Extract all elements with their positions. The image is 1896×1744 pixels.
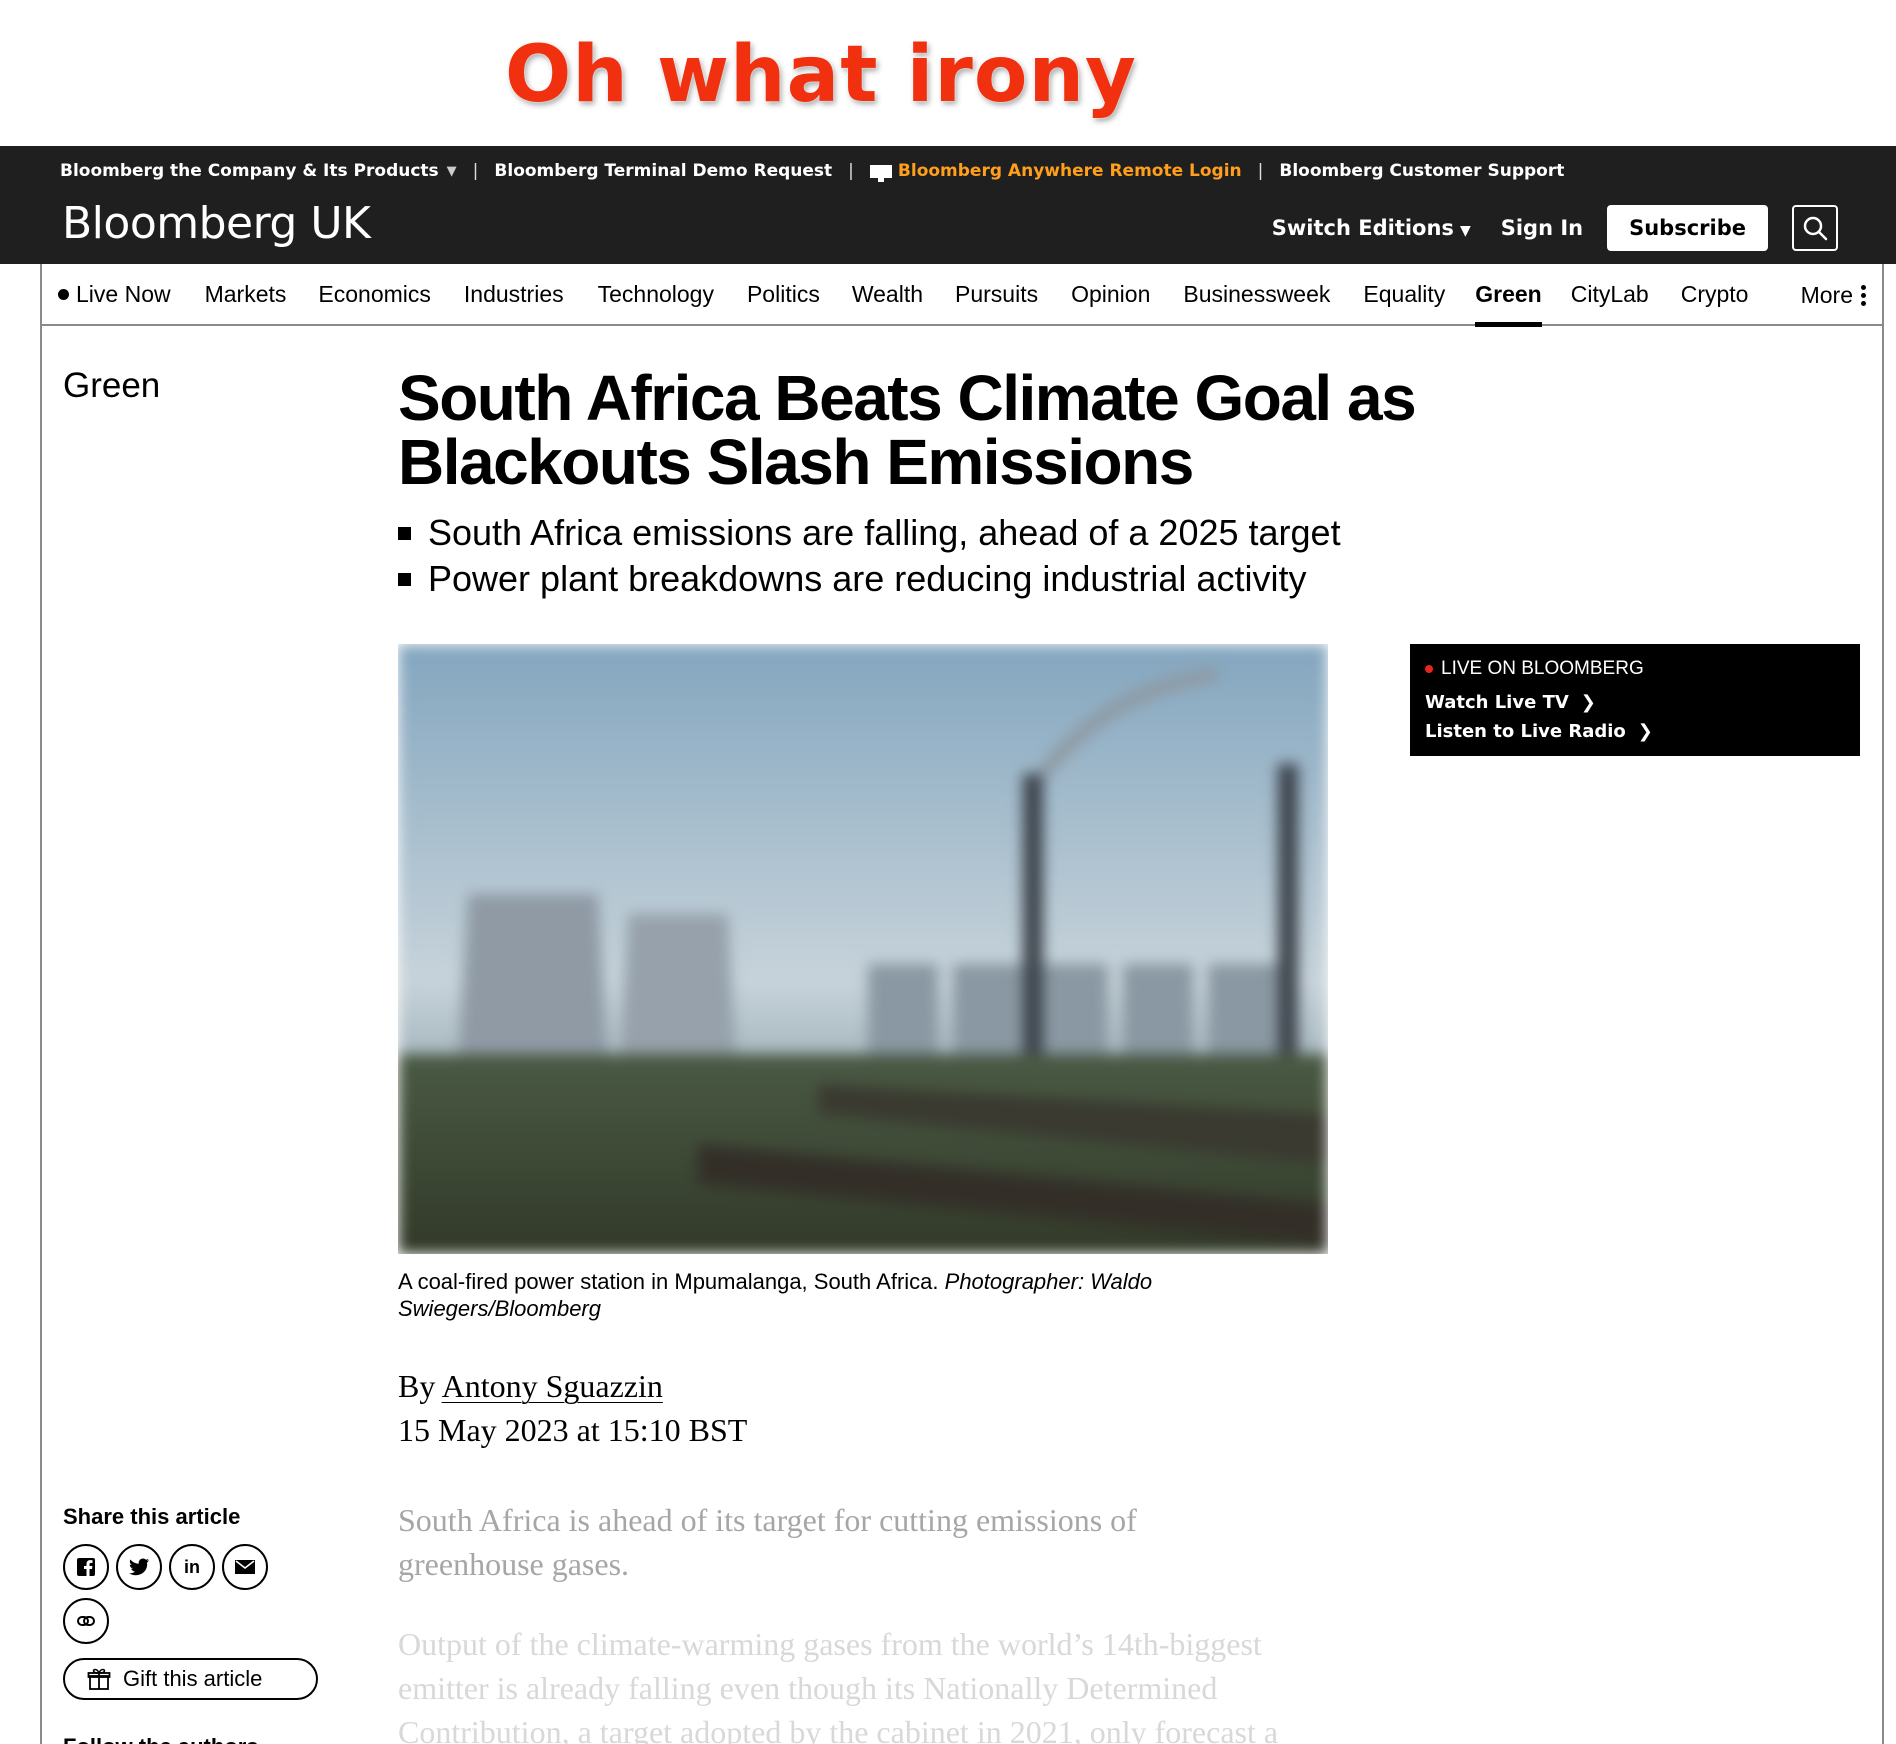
article-paragraph: South Africa is ahead of its target for … xyxy=(398,1502,1137,1582)
search-icon xyxy=(1803,216,1828,241)
kebab-menu-icon xyxy=(1861,283,1866,307)
nav-item-industries[interactable]: Industries xyxy=(464,263,564,325)
nav-item-wealth[interactable]: Wealth xyxy=(852,263,923,325)
gift-icon xyxy=(87,1668,111,1690)
listen-live-radio-link[interactable]: Listen to Live Radio ❯ xyxy=(1425,721,1845,742)
divider: | xyxy=(1257,161,1264,181)
copy-link-row xyxy=(63,1598,116,1644)
bullet-square-icon xyxy=(398,526,411,540)
divider: | xyxy=(472,161,479,181)
summary-bullet: South Africa emissions are falling, ahea… xyxy=(398,510,1341,556)
section-label[interactable]: Green xyxy=(63,366,160,406)
nav-more-button[interactable]: More xyxy=(1801,264,1866,326)
email-icon xyxy=(235,1560,255,1574)
listen-live-label: Listen to Live Radio xyxy=(1425,721,1626,742)
share-buttons: in xyxy=(63,1544,275,1590)
linkedin-icon: in xyxy=(184,1556,200,1577)
nav-item-pursuits[interactable]: Pursuits xyxy=(955,263,1038,325)
brand-logo[interactable]: Bloomberg UK xyxy=(62,198,371,249)
article-paragraph: Output of the climate-warming gases from… xyxy=(398,1626,1279,1744)
nav-more-label: More xyxy=(1800,281,1853,308)
live-on-bloomberg-box: LIVE ON BLOOMBERG Watch Live TV ❯ Listen … xyxy=(1410,644,1860,756)
article-summary: South Africa emissions are falling, ahea… xyxy=(398,510,1341,602)
gift-label: Gift this article xyxy=(123,1666,263,1691)
live-title: LIVE ON BLOOMBERG xyxy=(1441,658,1644,679)
nav-item-markets[interactable]: Markets xyxy=(205,263,287,325)
nav-item-equality[interactable]: Equality xyxy=(1363,263,1445,325)
terminal-demo-link[interactable]: Bloomberg Terminal Demo Request xyxy=(494,161,832,181)
bullet-text: Power plant breakdowns are reducing indu… xyxy=(428,558,1307,599)
bullet-text: South Africa emissions are falling, ahea… xyxy=(428,512,1341,553)
sign-in-link[interactable]: Sign In xyxy=(1501,216,1583,240)
divider: | xyxy=(848,161,854,181)
follow-authors-heading: Follow the authors xyxy=(63,1734,263,1744)
watch-live-tv-link[interactable]: Watch Live TV ❯ xyxy=(1425,692,1845,713)
caption-text: A coal-fired power station in Mpumalanga… xyxy=(398,1269,939,1294)
byline: By Antony Sguazzin xyxy=(398,1368,663,1405)
share-title: Share this article xyxy=(63,1504,241,1529)
header-actions: Switch Editions ▼ Sign In Subscribe xyxy=(1272,204,1838,252)
top-bar: Bloomberg the Company & Its Products ▼ |… xyxy=(0,146,1896,264)
nav-item-citylab[interactable]: CityLab xyxy=(1571,263,1649,325)
bullet-square-icon xyxy=(398,572,411,586)
customer-support-link[interactable]: Bloomberg Customer Support xyxy=(1279,161,1564,181)
share-facebook-button[interactable] xyxy=(63,1544,109,1590)
copy-link-button[interactable] xyxy=(63,1598,109,1644)
live-dot-icon xyxy=(1425,665,1433,673)
meme-caption: Oh what irony xyxy=(505,30,1137,120)
chevron-right-icon: ❯ xyxy=(1637,721,1653,742)
watch-live-label: Watch Live TV xyxy=(1425,692,1569,713)
company-products-link[interactable]: Bloomberg the Company & Its Products xyxy=(60,161,439,181)
byline-prefix: By xyxy=(398,1368,436,1404)
caret-down-icon: ▼ xyxy=(1459,223,1471,239)
publish-date: 15 May 2023 at 15:10 BST xyxy=(398,1412,748,1448)
facebook-icon xyxy=(77,1558,95,1576)
nav-item-opinion[interactable]: Opinion xyxy=(1071,263,1150,325)
twitter-icon xyxy=(129,1558,149,1576)
author-link[interactable]: Antony Sguazzin xyxy=(442,1368,663,1404)
chevron-right-icon: ❯ xyxy=(1580,692,1596,713)
switch-editions-button[interactable]: Switch Editions ▼ xyxy=(1272,216,1471,240)
share-twitter-button[interactable] xyxy=(116,1544,162,1590)
image-caption: A coal-fired power station in Mpumalanga… xyxy=(398,1268,1228,1322)
terminal-icon xyxy=(869,164,892,182)
utility-bar: Bloomberg the Company & Its Products ▼ |… xyxy=(60,156,1564,186)
summary-bullet: Power plant breakdowns are reducing indu… xyxy=(398,556,1341,602)
search-button[interactable] xyxy=(1792,205,1838,251)
share-email-button[interactable] xyxy=(222,1544,268,1590)
subscribe-button[interactable]: Subscribe xyxy=(1607,205,1768,251)
nav-item-economics[interactable]: Economics xyxy=(318,263,430,325)
nav-item-live-now[interactable]: Live Now xyxy=(58,263,171,325)
section-nav: Live Now Markets Economics Industries Te… xyxy=(40,263,1884,327)
gift-article-button[interactable]: Gift this article xyxy=(63,1658,318,1700)
link-icon xyxy=(77,1616,95,1626)
nav-item-green[interactable]: Green xyxy=(1475,263,1543,327)
power-station-image xyxy=(398,644,1328,1254)
nav-item-technology[interactable]: Technology xyxy=(598,263,714,325)
anywhere-login-link[interactable]: Bloomberg Anywhere Remote Login xyxy=(898,161,1242,181)
nav-item-politics[interactable]: Politics xyxy=(747,263,820,325)
switch-editions-label: Switch Editions xyxy=(1271,216,1454,240)
chevron-down-icon[interactable]: ▼ xyxy=(447,164,457,179)
nav-item-businessweek[interactable]: Businessweek xyxy=(1183,263,1330,325)
nav-item-crypto[interactable]: Crypto xyxy=(1681,263,1749,325)
hero-image xyxy=(398,644,1328,1254)
share-linkedin-button[interactable]: in xyxy=(169,1544,215,1590)
article-headline: South Africa Beats Climate Goal as Black… xyxy=(398,362,1417,498)
nav-label: Live Now xyxy=(76,280,171,307)
live-dot-icon xyxy=(58,288,69,300)
live-header: LIVE ON BLOOMBERG xyxy=(1425,658,1845,680)
